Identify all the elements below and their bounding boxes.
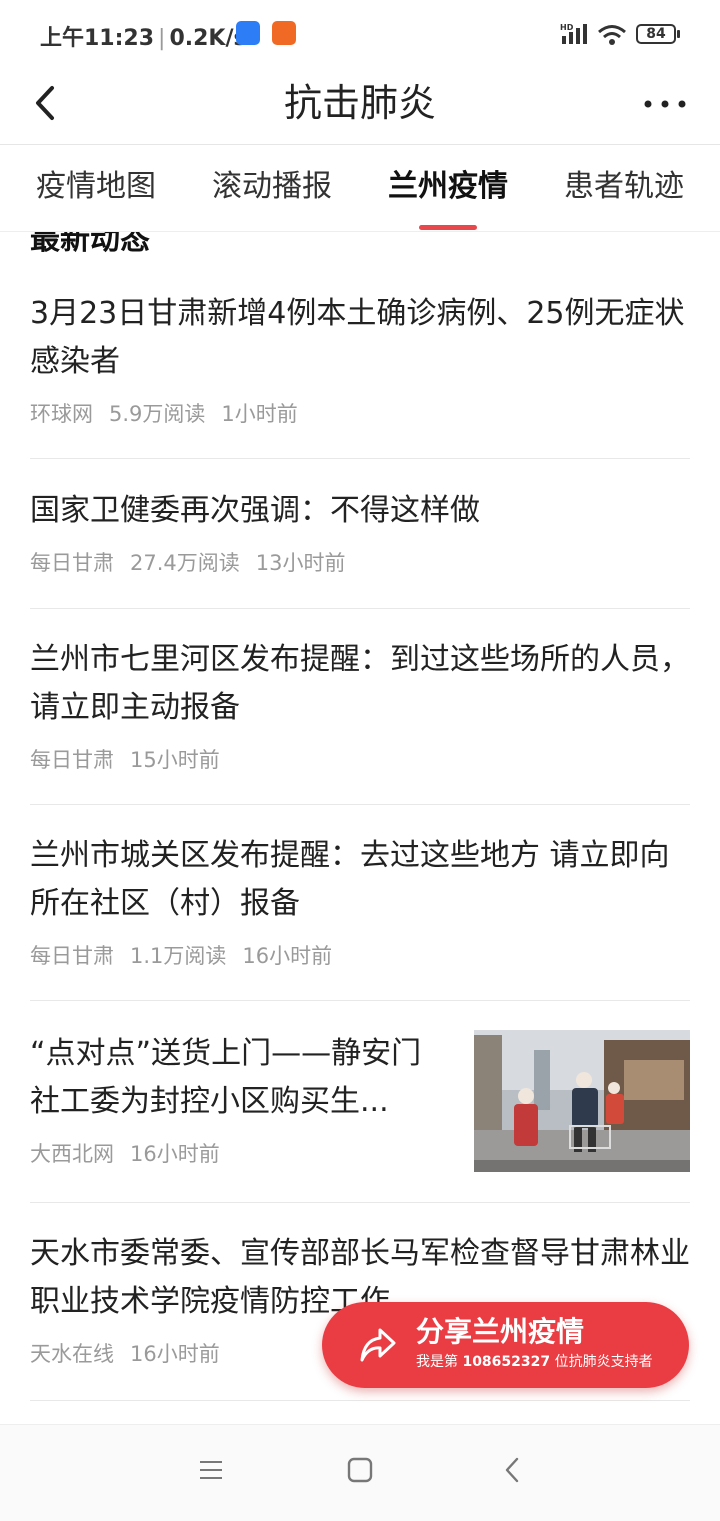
tab-rolling-news[interactable]: 滚动播报 bbox=[212, 167, 332, 207]
news-feed[interactable]: 最新动态 3月23日甘肃新增4例本土确诊病例、25例无症状感染者 环球网 5.9万… bbox=[0, 232, 720, 1422]
share-title: 分享兰州疫情 bbox=[416, 1315, 585, 1348]
supporter-count: 108652327 bbox=[462, 1354, 551, 1370]
page-title: 抗击肺炎 bbox=[283, 81, 436, 125]
news-source: 每日甘肃 bbox=[30, 944, 114, 968]
news-meta: 每日甘肃 27.4万阅读 13小时前 bbox=[30, 549, 690, 577]
status-time: 上午11:23 | 0.2K/s bbox=[40, 26, 247, 51]
more-options-icon[interactable] bbox=[640, 84, 690, 124]
share-arrow-icon bbox=[360, 1328, 396, 1362]
share-subtitle: 我是第 108652327 位抗肺炎支持者 bbox=[416, 1352, 653, 1372]
news-time: 13小时前 bbox=[255, 551, 346, 575]
news-time: 16小时前 bbox=[130, 1142, 220, 1166]
news-item[interactable]: 国家卫健委再次强调：不得这样做 每日甘肃 27.4万阅读 13小时前 bbox=[30, 487, 690, 609]
news-source: 大西北网 bbox=[30, 1142, 114, 1166]
news-headline[interactable]: 兰州市城关区发布提醒：去过这些地方 请立即向所在社区（村）报备 bbox=[30, 832, 690, 928]
wifi-icon bbox=[598, 25, 626, 45]
news-source: 环球网 bbox=[30, 402, 93, 426]
news-headline[interactable]: “点对点”送货上门——静安门社工委为封控小区购买生... bbox=[30, 1030, 440, 1126]
home-icon[interactable] bbox=[347, 1457, 373, 1483]
active-tab-indicator bbox=[419, 225, 477, 230]
menu-icon[interactable] bbox=[198, 1457, 224, 1483]
app-header: 抗击肺炎 bbox=[0, 66, 720, 145]
hd-label: HD bbox=[560, 23, 574, 32]
news-time: 16小时前 bbox=[130, 1342, 220, 1366]
news-reads: 27.4万阅读 bbox=[130, 551, 240, 575]
news-meta: 每日甘肃 15小时前 bbox=[30, 746, 690, 774]
news-reads: 1.1万阅读 bbox=[130, 944, 227, 968]
news-item[interactable]: 兰州市城关区发布提醒：去过这些地方 请立即向所在社区（村）报备 每日甘肃 1.1万… bbox=[30, 832, 690, 1001]
tab-lanzhou-epidemic[interactable]: 兰州疫情 bbox=[388, 167, 508, 207]
share-sub-prefix: 我是第 bbox=[416, 1354, 458, 1370]
news-time: 15小时前 bbox=[130, 748, 220, 772]
news-source: 每日甘肃 bbox=[30, 551, 114, 575]
share-sub-suffix: 位抗肺炎支持者 bbox=[554, 1354, 653, 1370]
status-bar: 上午11:23 | 0.2K/s HD 84 bbox=[0, 0, 720, 66]
news-headline[interactable]: 国家卫健委再次强调：不得这样做 bbox=[30, 487, 690, 535]
tab-patient-tracks[interactable]: 患者轨迹 bbox=[564, 167, 684, 207]
news-meta: 环球网 5.9万阅读 1小时前 bbox=[30, 400, 690, 428]
news-reads: 5.9万阅读 bbox=[109, 402, 206, 426]
signal-icon: HD bbox=[560, 23, 587, 44]
tab-epidemic-map[interactable]: 疫情地图 bbox=[36, 167, 156, 207]
back-nav-icon[interactable] bbox=[500, 1457, 526, 1483]
news-source: 每日甘肃 bbox=[30, 748, 114, 772]
news-time: 16小时前 bbox=[242, 944, 333, 968]
share-button[interactable]: 分享兰州疫情 我是第 108652327 位抗肺炎支持者 bbox=[322, 1302, 689, 1388]
tab-bar: 疫情地图 滚动播报 兰州疫情 患者轨迹 bbox=[0, 145, 720, 232]
system-nav-bar bbox=[0, 1424, 720, 1521]
section-title: 最新动态 bbox=[30, 232, 150, 257]
news-item[interactable]: 3月23日甘肃新增4例本土确诊病例、25例无症状感染者 环球网 5.9万阅读 1小时… bbox=[30, 290, 690, 459]
news-headline[interactable]: 兰州市七里河区发布提醒：到过这些场所的人员，请立即主动报备 bbox=[30, 636, 690, 732]
news-headline[interactable]: 3月23日甘肃新增4例本土确诊病例、25例无症状感染者 bbox=[30, 290, 690, 386]
news-meta: 每日甘肃 1.1万阅读 16小时前 bbox=[30, 942, 690, 970]
news-thumbnail-image[interactable] bbox=[474, 1030, 690, 1172]
battery-indicator: 84 bbox=[636, 24, 680, 44]
notification-app-icon-2 bbox=[272, 21, 296, 45]
news-item[interactable]: 兰州市七里河区发布提醒：到过这些场所的人员，请立即主动报备 每日甘肃 15小时前 bbox=[30, 636, 690, 805]
news-item-with-image[interactable]: “点对点”送货上门——静安门社工委为封控小区购买生... 大西北网 16小时前 bbox=[30, 1030, 690, 1203]
notification-app-icon bbox=[236, 21, 260, 45]
news-time: 1小时前 bbox=[221, 402, 298, 426]
clock: 上午11:23 bbox=[40, 26, 155, 51]
news-source: 天水在线 bbox=[30, 1342, 114, 1366]
